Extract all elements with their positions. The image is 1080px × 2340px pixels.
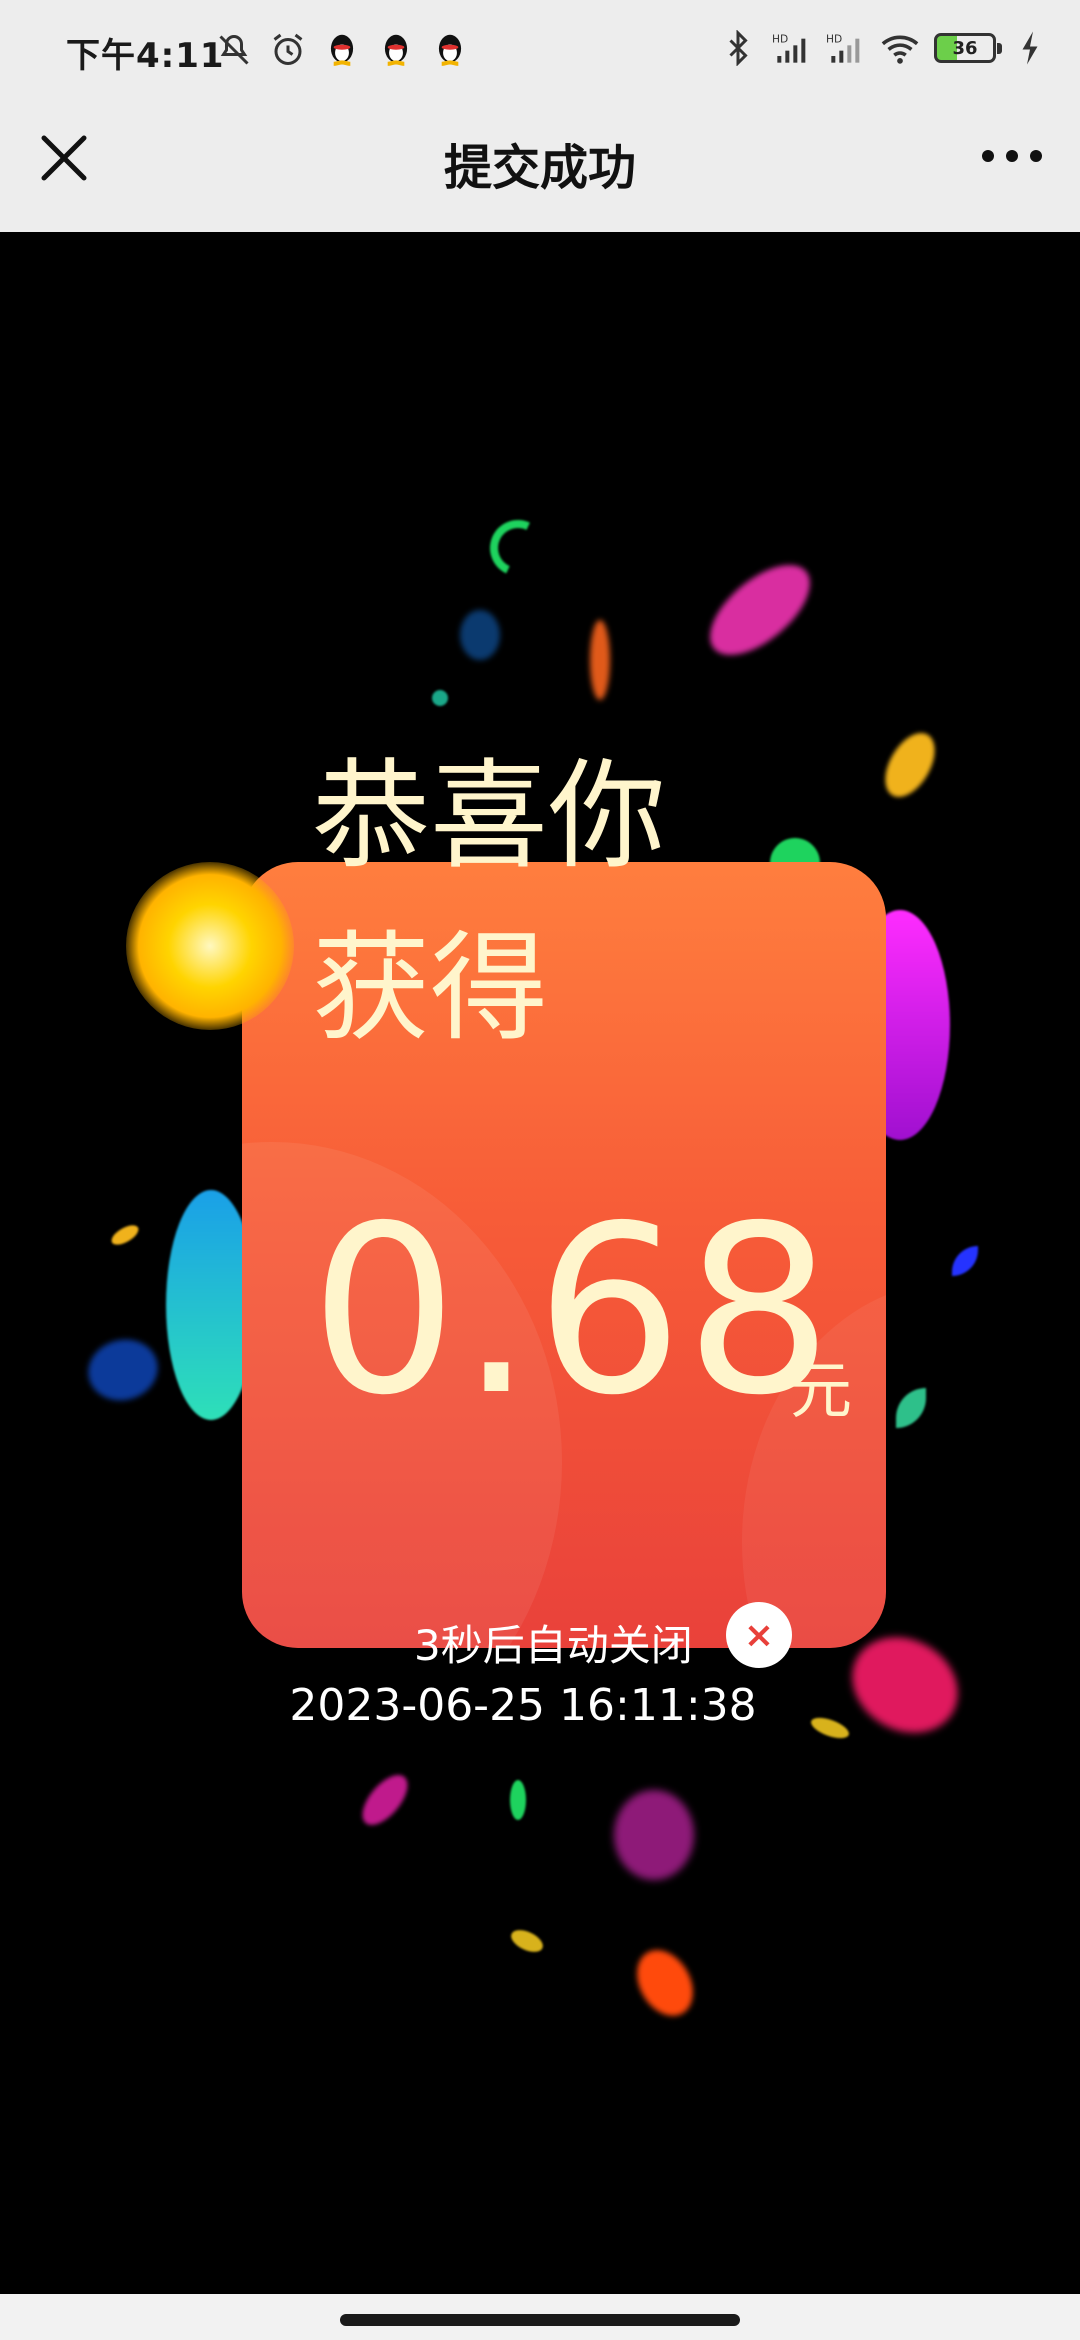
- qq-icon: [322, 30, 362, 70]
- status-icons-left: [214, 30, 470, 70]
- obtained-label: 获得: [312, 919, 549, 1057]
- qq-icon: [376, 30, 416, 70]
- reward-amount: 0.68: [310, 1176, 835, 1446]
- mute-icon: [214, 30, 254, 70]
- congrats-title: 恭喜你: [312, 747, 667, 885]
- status-time: 下午4:11: [66, 36, 225, 76]
- timestamp: 2023-06-25 16:11:38: [289, 1680, 757, 1731]
- status-icons-right: HD HD 36: [718, 28, 1050, 68]
- more-icon[interactable]: [980, 144, 1044, 168]
- wifi-icon: [880, 28, 920, 68]
- status-bar: 下午4:11 HD HD 36: [0, 0, 1080, 100]
- confetti: [614, 1790, 694, 1880]
- confetti: [590, 620, 610, 700]
- auto-close-text: 3秒后自动关闭: [414, 1621, 693, 1670]
- close-icon: ×: [743, 1614, 775, 1656]
- confetti: [432, 690, 448, 706]
- qq-icon: [430, 30, 470, 70]
- svg-text:HD: HD: [826, 33, 842, 46]
- nav-bar: 提交成功: [0, 100, 1080, 232]
- charging-icon: [1010, 28, 1050, 68]
- svg-text:HD: HD: [772, 33, 788, 46]
- bluetooth-icon: [718, 28, 758, 68]
- coin-icon: [126, 862, 294, 1030]
- signal-hd-icon: HD: [826, 28, 866, 68]
- confetti: [510, 1780, 526, 1820]
- confetti: [460, 610, 500, 660]
- battery-icon: 36: [934, 33, 1002, 63]
- signal-hd-icon: HD: [772, 28, 812, 68]
- currency-unit: 元: [790, 1354, 853, 1427]
- alarm-icon: [268, 30, 308, 70]
- home-indicator[interactable]: [340, 2314, 740, 2326]
- page-title: 提交成功: [443, 140, 636, 196]
- close-button[interactable]: ×: [726, 1602, 792, 1668]
